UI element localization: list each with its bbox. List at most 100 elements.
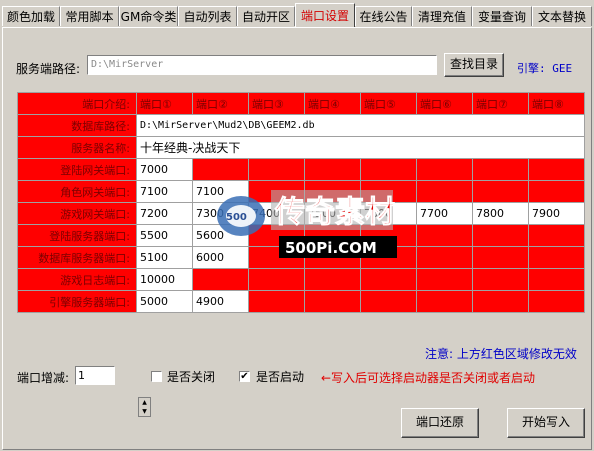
tab-text-replace[interactable]: 文本替换 [532,6,592,26]
port-cell[interactable]: 7700 [416,202,473,225]
port-cell [528,268,585,291]
col-header-7: 端口⑦ [472,92,529,115]
table-row: 登陆网关端口: 7000 [17,158,585,181]
port-cell [304,290,361,313]
port-cell [472,158,529,181]
tab-bar: 颜色加载 常用脚本 GM命令类 自动列表 自动开区 端口设置 在线公告 清理充值… [0,3,594,28]
port-cell[interactable]: 7500 [304,202,361,225]
port-cell [304,224,361,247]
port-cell[interactable]: 10000 [136,268,193,291]
port-cell [360,290,417,313]
tab-auto-list[interactable]: 自动列表 [178,6,237,26]
port-cell [248,180,305,203]
grid-header-row: 端口介绍: 端口① 端口② 端口③ 端口④ 端口⑤ 端口⑥ 端口⑦ 端口⑧ [17,92,585,115]
table-row: 引擎服务器端口: 5000 4900 [17,290,585,313]
server-name-label: 服务器名称: [17,136,137,159]
col-header-2: 端口② [192,92,249,115]
port-cell [472,290,529,313]
port-row-label: 游戏网关端口: [17,202,137,225]
port-cell[interactable]: 5100 [136,246,193,269]
table-row: 游戏网关端口: 7200 7300 7400 7500 7600 7700 7800 7900 [17,202,585,225]
browse-directory-button[interactable]: 查找目录 [444,53,504,77]
checkbox-close[interactable] [151,371,162,382]
port-cell [528,180,585,203]
col-header-1: 端口① [136,92,193,115]
port-row-label: 数据库服务器端口: [17,246,137,269]
tab-online-notice[interactable]: 在线公告 [355,6,412,26]
port-cell [304,180,361,203]
server-path-input[interactable]: D:\MirServer [87,55,437,75]
port-cell [472,268,529,291]
port-cell [304,268,361,291]
port-cell [248,158,305,181]
port-cell [416,224,473,247]
port-cell [304,158,361,181]
port-cell [248,246,305,269]
tab-clear-recharge[interactable]: 清理充值 [412,6,472,26]
grid-corner: 端口介绍: [17,92,137,115]
port-cell[interactable]: 7800 [472,202,529,225]
port-cell [416,290,473,313]
restore-ports-button[interactable]: 端口还原 [401,408,479,438]
port-row-label: 登陆网关端口: [17,158,137,181]
note-text: 注意: 上方红色区域修改无效 [425,347,577,361]
spinner-down-icon[interactable]: ▼ [139,407,150,416]
spinner-up-icon[interactable]: ▲ [139,398,150,407]
port-cell [528,290,585,313]
port-grid: 端口介绍: 端口① 端口② 端口③ 端口④ 端口⑤ 端口⑥ 端口⑦ 端口⑧ 数据… [17,92,585,313]
checkbox-start[interactable]: ✔ [239,371,250,382]
port-row-label: 登陆服务器端口: [17,224,137,247]
tab-auto-open[interactable]: 自动开区 [237,6,295,26]
db-path-label: 数据库路径: [17,114,137,137]
tab-port-settings[interactable]: 端口设置 [295,3,355,27]
port-cell[interactable]: 7900 [528,202,585,225]
tab-common-scripts[interactable]: 常用脚本 [60,6,119,26]
port-row-label: 角色网关端口: [17,180,137,203]
port-cell[interactable]: 7400 [248,202,305,225]
port-cell [360,180,417,203]
port-cell[interactable]: 7100 [192,180,249,203]
port-cell[interactable]: 7000 [136,158,193,181]
increment-input[interactable]: 1 [75,366,115,385]
table-row: 角色网关端口: 7100 7100 [17,180,585,203]
col-header-5: 端口⑤ [360,92,417,115]
port-cell [416,180,473,203]
port-cell [528,224,585,247]
port-cell [192,158,249,181]
table-row: 登陆服务器端口: 5500 5600 [17,224,585,247]
port-cell[interactable]: 5000 [136,290,193,313]
port-cell [416,268,473,291]
tab-variable-query[interactable]: 变量查询 [472,6,532,26]
port-cell [360,268,417,291]
table-row: 游戏日志端口: 10000 [17,268,585,291]
col-header-3: 端口③ [248,92,305,115]
port-cell [304,246,361,269]
port-row-label: 游戏日志端口: [17,268,137,291]
server-name-cell[interactable]: 十年经典-决战天下 [136,136,585,159]
port-rows: 登陆网关端口: 7000 角色网关端口: 7100 7100 游戏网关端口: 7200 730… [17,158,585,313]
port-cell[interactable]: 4900 [192,290,249,313]
db-path-cell[interactable]: D:\MirServer\Mud2\DB\GEEM2.db [136,114,585,137]
port-cell [528,158,585,181]
port-cell [528,246,585,269]
checkbox-start-label: 是否启动 [256,370,305,384]
port-cell[interactable]: 7200 [136,202,193,225]
port-cell[interactable]: 5600 [192,224,249,247]
tab-gm-commands[interactable]: GM命令类 [119,6,178,26]
port-cell[interactable]: 7300 [192,202,249,225]
port-cell [416,158,473,181]
port-cell [360,246,417,269]
port-cell [472,180,529,203]
increment-spinner[interactable]: ▲ ▼ [138,397,151,417]
tab-color-load[interactable]: 颜色加载 [2,6,60,26]
port-row-label: 引擎服务器端口: [17,290,137,313]
col-header-4: 端口④ [304,92,361,115]
server-name-row: 服务器名称: 十年经典-决战天下 [17,136,585,159]
port-cell[interactable]: 6000 [192,246,249,269]
start-write-button[interactable]: 开始写入 [507,408,585,438]
col-header-8: 端口⑧ [528,92,585,115]
port-cell[interactable]: 7600 [360,202,417,225]
port-cell[interactable]: 5500 [136,224,193,247]
port-cell[interactable]: 7100 [136,180,193,203]
port-cell [472,224,529,247]
